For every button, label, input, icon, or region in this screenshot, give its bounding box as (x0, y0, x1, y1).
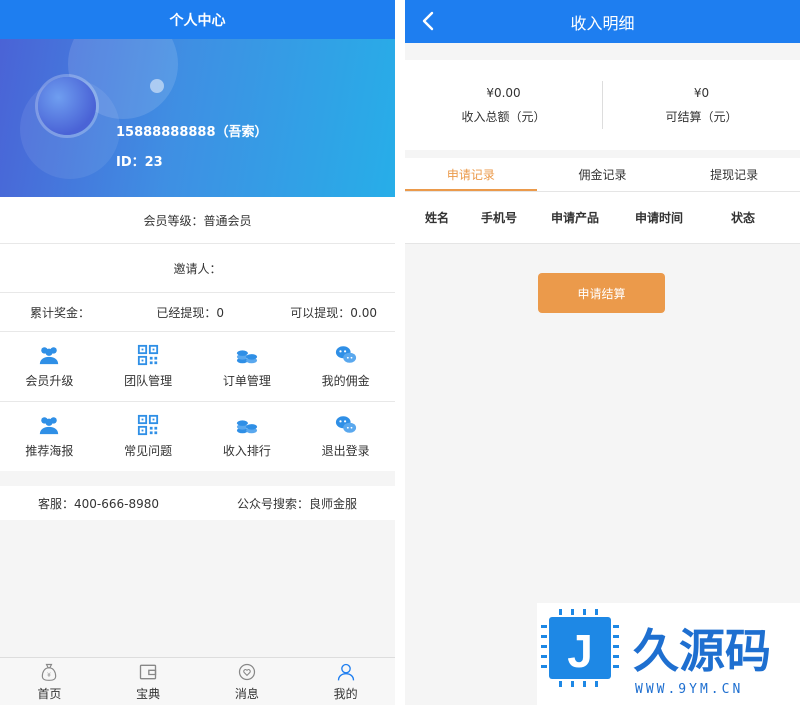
col-name: 姓名 (424, 211, 449, 225)
wechat-icon (335, 346, 356, 363)
total-bonus: 累计奖金： (30, 305, 91, 320)
menu-logout[interactable]: 退出登录 (296, 402, 395, 471)
col-time: 申请时间 (634, 211, 683, 225)
member-level: 会员等级：普通会员 (0, 197, 395, 243)
nav-guide[interactable]: 宝典 (99, 658, 198, 705)
menu-grid-row2: 推荐海报 常见问题 收入排行 退出登录 (0, 402, 395, 471)
settleable-income: ¥0 可结算（元） (665, 86, 738, 124)
personal-center-screen: 个人中心 15888888888（吾索） ID：23 会员等级：普通会员 邀请人… (0, 0, 395, 705)
service-phone[interactable]: 客服：400-666-8980 (38, 495, 159, 512)
total-income: ¥0.00 收入总额（元） (461, 86, 546, 124)
page-title: 个人中心 (0, 0, 395, 39)
user-phone: 15888888888（吾索） (116, 125, 268, 140)
menu-referral-poster[interactable]: 推荐海报 (0, 402, 99, 471)
qrcode-icon (138, 344, 159, 366)
watermark-logo: J 久源码 WWW.9YM.CN (537, 603, 800, 705)
site-logo-icon: J 久源码 WWW.9YM.CN (541, 609, 771, 697)
svg-text:J: J (567, 625, 593, 677)
bottom-nav: ¥ 首页 宝典 消息 我的 (0, 657, 395, 705)
heart-chat-icon (238, 663, 255, 680)
profile-banner: 15888888888（吾索） ID：23 (0, 39, 395, 197)
nav-mine[interactable]: 我的 (296, 658, 395, 705)
col-status: 状态 (730, 211, 755, 225)
income-detail-screen: 收入明细 ¥0.00 收入总额（元） ¥0 可结算（元） 申请记录 佣金记录 提… (405, 0, 800, 705)
svg-text:¥: ¥ (48, 673, 52, 679)
nav-messages[interactable]: 消息 (198, 658, 297, 705)
col-phone: 手机号 (480, 211, 517, 225)
menu-order-management[interactable]: 订单管理 (198, 332, 297, 401)
tab-apply-records[interactable]: 申请记录 (405, 158, 537, 191)
avatar[interactable] (38, 77, 96, 135)
nav-home[interactable]: ¥ 首页 (0, 658, 99, 705)
service-info: 客服：400-666-8980 公众号搜索：良师金服 (0, 486, 395, 520)
menu-team-management[interactable]: 团队管理 (99, 332, 198, 401)
money-bag-icon: ¥ (42, 663, 57, 681)
menu-faq[interactable]: 常见问题 (99, 402, 198, 471)
apply-settlement-button[interactable]: 申请结算 (538, 273, 665, 313)
tab-commission-records[interactable]: 佣金记录 (537, 158, 669, 191)
coins-icon (236, 420, 257, 434)
menu-member-upgrade[interactable]: 会员升级 (0, 332, 99, 401)
table-header: 姓名 手机号 申请产品 申请时间 状态 (405, 192, 800, 244)
inviter: 邀请人： (0, 244, 395, 292)
available-amount: 可以提现：0.00 (290, 305, 377, 320)
back-arrow-icon[interactable] (419, 10, 439, 32)
user-group-icon (40, 417, 59, 435)
user-group-icon (40, 347, 59, 365)
person-icon (337, 663, 354, 680)
page-title: 收入明细 (570, 13, 635, 33)
wechat-icon (335, 416, 356, 433)
wallet-icon (139, 664, 157, 679)
user-id: ID：23 (116, 155, 163, 170)
record-tabs: 申请记录 佣金记录 提现记录 (405, 158, 800, 192)
tab-withdraw-records[interactable]: 提现记录 (668, 158, 800, 191)
menu-income-ranking[interactable]: 收入排行 (198, 402, 297, 471)
bonus-stats: 累计奖金： 已经提现：0 可以提现：0.00 (0, 293, 395, 331)
wechat-account: 公众号搜索：良师金服 (236, 496, 357, 511)
svg-text:久源码: 久源码 (633, 624, 771, 678)
coins-icon (236, 350, 257, 364)
income-summary: ¥0.00 收入总额（元） ¥0 可结算（元） (405, 60, 800, 150)
svg-text:WWW.9YM.CN: WWW.9YM.CN (635, 682, 743, 697)
income-header: 收入明细 (405, 0, 800, 43)
qrcode-icon (138, 414, 159, 436)
menu-my-commission[interactable]: 我的佣金 (296, 332, 395, 401)
col-product: 申请产品 (550, 211, 599, 225)
withdrawn-amount: 已经提现：0 (156, 305, 224, 320)
menu-grid: 会员升级 团队管理 订单管理 我的佣金 (0, 332, 395, 401)
